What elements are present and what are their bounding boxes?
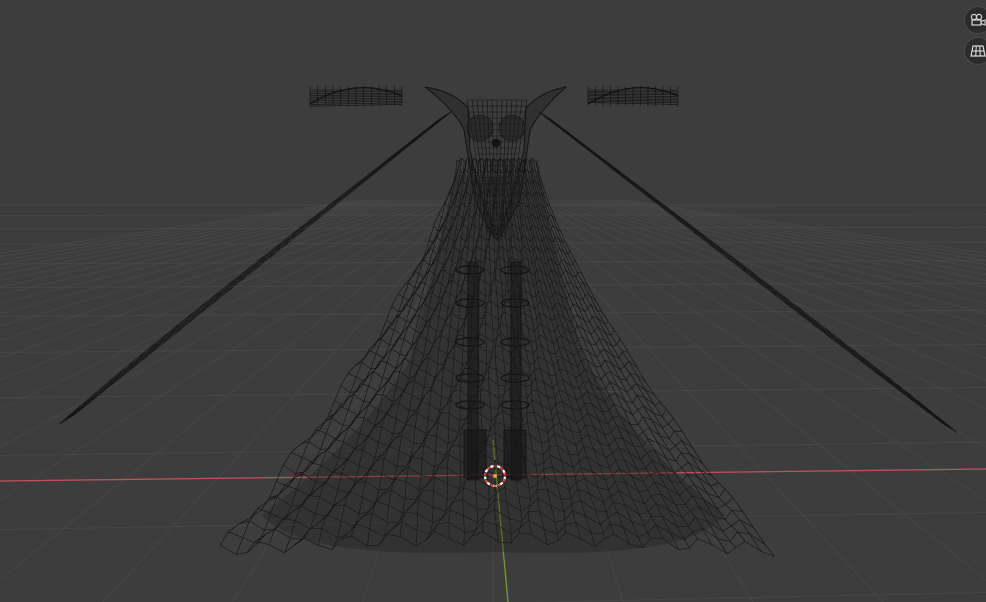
camera-icon [970,13,986,27]
viewport-scene[interactable] [0,0,986,602]
3d-viewport[interactable] [0,0,986,602]
perspective-ortho-toggle-button[interactable] [964,37,986,65]
gown-mesh[interactable] [58,86,958,557]
grid-icon [970,44,986,58]
camera-view-button[interactable] [964,6,986,34]
